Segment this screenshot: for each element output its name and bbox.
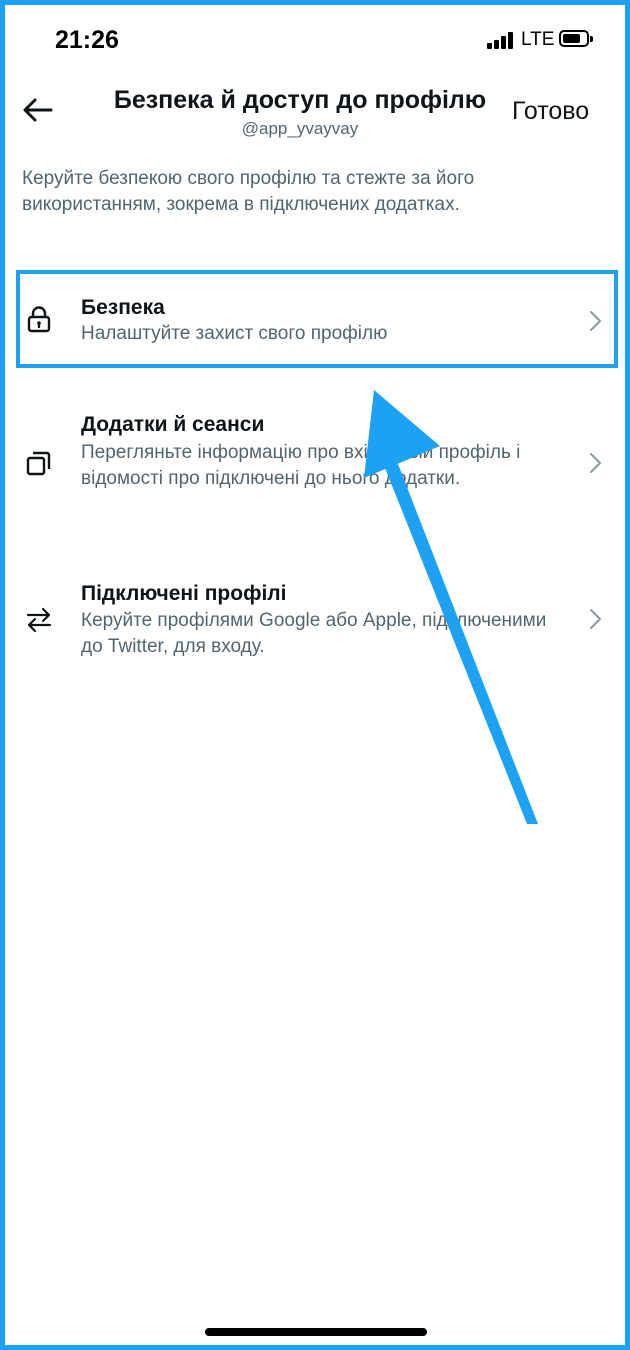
menu-item-subtitle: Керуйте профілями Google або Apple, підк… — [81, 610, 547, 657]
back-button[interactable] — [20, 92, 56, 128]
chevron-right-icon — [590, 609, 601, 629]
chevron-right-icon — [590, 453, 601, 473]
home-indicator — [205, 1328, 427, 1336]
signal-icon — [487, 31, 515, 49]
chevron-right-icon — [590, 311, 601, 331]
done-button[interactable]: Готово — [512, 97, 589, 126]
battery-icon — [559, 30, 593, 47]
apps-icon — [26, 451, 51, 476]
menu-item-subtitle: Налаштуйте захист свого профілю — [81, 323, 388, 344]
page-description: Керуйте безпекою свого профілю та стежте… — [22, 168, 475, 215]
menu-item-title: Додатки й сеанси — [81, 413, 265, 436]
menu-item-connected-profiles[interactable]: Підключені профілі Керуйте профілями Goo… — [0, 570, 630, 670]
menu-item-apps-sessions[interactable]: Додатки й сеанси Перегляньте інформацію … — [0, 400, 630, 530]
menu-item-subtitle: Перегляньте інформацію про вхід у свій п… — [81, 442, 521, 489]
arrow-left-icon — [23, 98, 53, 122]
network-type: LTE — [521, 29, 555, 50]
status-bar: 21:26 LTE — [0, 0, 630, 80]
menu-item-title: Безпека — [81, 296, 165, 319]
page-title: Безпека й доступ до профілю — [113, 86, 487, 114]
swap-arrows-icon — [26, 607, 52, 633]
menu-item-title: Підключені профілі — [81, 582, 287, 605]
lock-icon — [27, 306, 51, 333]
status-time: 21:26 — [55, 26, 119, 54]
menu-item-security[interactable]: Безпека Налаштуйте захист свого профілю — [0, 278, 630, 362]
page-subtitle: @app_yvayvay — [241, 119, 359, 138]
